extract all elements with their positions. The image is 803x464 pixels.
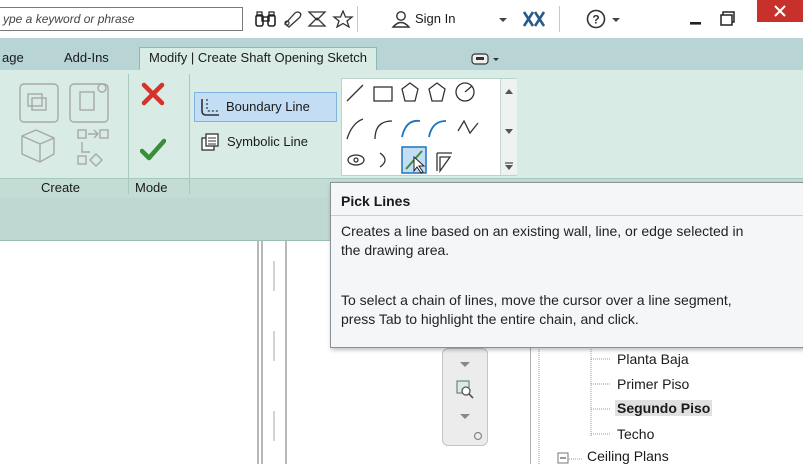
svg-text:?: ? [592, 13, 599, 27]
exchange-apps-icon[interactable] [521, 10, 547, 28]
create-panel-caption: Create [41, 180, 81, 195]
finish-edit-mode-icon[interactable] [140, 138, 166, 162]
help-icon[interactable]: ? [585, 9, 607, 29]
tree-item-segundo-piso[interactable]: Segundo Piso [615, 400, 713, 416]
communication-center-icon[interactable] [281, 10, 303, 28]
tooltip: Pick Lines Creates a line based on an ex… [330, 182, 803, 348]
tree-item-primer-piso[interactable]: Primer Piso [617, 376, 689, 392]
panel-divider [189, 74, 190, 194]
binoculars-icon[interactable] [254, 10, 278, 28]
navbar-options-icon[interactable] [473, 431, 483, 441]
search-placeholder: ype a keyword or phrase [3, 12, 135, 26]
separator [357, 6, 358, 32]
cancel-edit-mode-icon[interactable] [141, 82, 165, 106]
symbolic-line-button[interactable]: Symbolic Line [194, 128, 337, 156]
close-button[interactable] [757, 0, 803, 22]
close-icon [774, 5, 786, 17]
tree-item-techo[interactable]: Techo [617, 426, 654, 442]
help-dropdown-icon[interactable] [611, 10, 621, 28]
tooltip-divider [331, 215, 803, 216]
boundary-line-label: Boundary Line [226, 99, 310, 114]
chevron-down-icon[interactable] [458, 359, 472, 369]
title-bar: ype a keyword or phrase Sign In ? [0, 0, 803, 38]
sign-in-link[interactable]: Sign In [415, 11, 455, 26]
view-navigation-bar[interactable] [442, 348, 488, 446]
tree-item-ceiling-plans[interactable]: Ceiling Plans [587, 448, 669, 464]
wall-lines [257, 241, 287, 464]
boundary-line-icon [201, 99, 219, 116]
ribbon-tab-bar: age Add-Ins Modify | Create Shaft Openin… [0, 38, 803, 71]
panel-divider [128, 74, 129, 194]
chevron-down-icon[interactable] [504, 127, 514, 135]
separator [559, 6, 560, 32]
gallery-expand-icon[interactable] [504, 161, 514, 171]
subscription-center-icon[interactable] [306, 10, 328, 28]
tooltip-text-line: press Tab to highlight the entire chain,… [341, 311, 639, 327]
zoom-region-icon[interactable] [455, 379, 475, 399]
tab-add-ins[interactable]: Add-Ins [64, 50, 109, 65]
draw-tools-gallery [341, 78, 517, 176]
search-input[interactable]: ype a keyword or phrase [0, 7, 243, 31]
tab-modify-create-shaft-opening-sketch[interactable]: Modify | Create Shaft Opening Sketch [139, 47, 377, 71]
tooltip-text-line: To select a chain of lines, move the cur… [341, 292, 732, 308]
ribbon-minimize-toggle-icon[interactable] [471, 52, 503, 66]
user-icon[interactable] [390, 10, 412, 28]
chevron-up-icon[interactable] [504, 87, 514, 95]
boundary-line-button[interactable]: Boundary Line [194, 92, 337, 122]
mode-panel-caption: Mode [135, 180, 168, 195]
chevron-down-icon[interactable] [497, 10, 509, 28]
ribbon: Boundary Line Symbolic Line Create Mode [0, 70, 803, 198]
tree-item-planta-baja[interactable]: Planta Baja [617, 351, 689, 367]
create-panel-icons [19, 83, 109, 167]
chevron-down-icon[interactable] [458, 411, 472, 421]
favorites-star-icon[interactable] [332, 10, 354, 28]
tooltip-text-line: Creates a line based on an existing wall… [341, 223, 744, 239]
restore-icon[interactable] [719, 10, 737, 28]
symbolic-line-icon [201, 133, 219, 151]
tooltip-title: Pick Lines [341, 193, 411, 209]
symbolic-line-label: Symbolic Line [227, 134, 308, 149]
tooltip-text-line: the drawing area. [341, 242, 450, 258]
draw-tools-icons [346, 82, 479, 174]
gallery-scrollbar[interactable] [500, 79, 517, 175]
tab-active-label: Modify | Create Shaft Opening Sketch [149, 50, 367, 65]
tab-manage[interactable]: age [2, 50, 24, 65]
minimize-icon[interactable] [688, 10, 704, 28]
